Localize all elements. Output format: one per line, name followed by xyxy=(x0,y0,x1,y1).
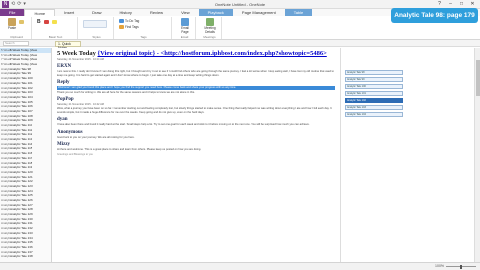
selected-text[interactable]: Welcome! I am glad you found this place … xyxy=(57,86,335,90)
tab-draw[interactable]: Draw xyxy=(83,9,110,16)
post-body: Good luck to you on your journey. We are… xyxy=(57,135,135,139)
zoom-level: 100% xyxy=(435,264,444,268)
find-tags-button[interactable]: Find Tags xyxy=(119,25,139,29)
undo-icon[interactable]: ⟲ xyxy=(11,1,15,8)
styles-icon xyxy=(83,20,107,28)
post-body: I have also been there and found it real… xyxy=(57,123,310,126)
tab-table[interactable]: Table xyxy=(284,9,313,16)
redo-icon[interactable]: ⟳ xyxy=(17,1,21,8)
group-styles: Styles xyxy=(80,17,114,39)
customize-qat-icon[interactable]: ▾ xyxy=(23,1,26,8)
post-author: Mizzy xyxy=(57,142,71,147)
vertical-scrollbar[interactable] xyxy=(474,48,480,262)
checkbox-icon xyxy=(119,19,124,23)
scrollbar-thumb[interactable] xyxy=(476,60,480,96)
calendar-icon xyxy=(206,18,214,26)
post-author: ERXN xyxy=(57,64,72,69)
page-list-pane: 5 Week... 5 Week Today {View 6 Week... 6 We… xyxy=(0,48,52,262)
side-pane-item[interactable]: Analytic Tale 98 xyxy=(345,70,403,75)
side-pane-item[interactable]: Analytic Tale 100 xyxy=(345,84,403,89)
page-list-item-prefix: Analyti... xyxy=(1,254,13,259)
page-title: 5 Week Today {View original topic} - <ht… xyxy=(57,50,327,57)
group-meetings: Meeting Details Meetings xyxy=(198,17,222,39)
side-pane: Analytic Tale 98 Analytic Tale 99 Analytic… xyxy=(340,48,474,262)
page-list-item-title: Analytic Tale 138 xyxy=(10,254,33,259)
search-input[interactable]: Search xyxy=(3,41,29,46)
page-overlay-badge: Analytic Tale 98: page 179 xyxy=(391,8,478,23)
side-pane-item[interactable]: Analytic Tale 103 xyxy=(345,105,403,110)
post-author: Reply xyxy=(57,80,70,85)
group-tags: To Do Tag Find Tags Tags xyxy=(116,17,172,39)
font-color-icon xyxy=(44,20,49,24)
highlight-icon xyxy=(52,20,57,24)
email-page-button[interactable]: Email Page xyxy=(177,18,193,34)
post-body: I am new to this. I really don't know if… xyxy=(57,70,334,77)
notebook-bar: Search 1. Quick Notes xyxy=(0,40,480,50)
post-date: Saturday, 21 November 2015 · 10:42 AM xyxy=(57,103,104,106)
status-bar: 100% xyxy=(0,262,480,270)
paste-button[interactable]: Paste xyxy=(4,18,20,31)
paste-icon xyxy=(8,18,16,26)
tab-insert[interactable]: Insert xyxy=(55,9,83,16)
bold-button[interactable]: B xyxy=(37,19,41,25)
post-author: dyan xyxy=(57,117,68,122)
zoom-slider-thumb[interactable] xyxy=(460,264,462,269)
page-content[interactable]: 5 Week Today {View original topic} - <ht… xyxy=(52,48,340,262)
side-pane-item[interactable]: Analytic Tale 104 xyxy=(345,112,403,117)
tab-playback[interactable]: Playback xyxy=(198,9,233,16)
side-pane-item[interactable]: Analytic Tale 102 xyxy=(345,98,403,103)
group-basic-text: B Basic Text xyxy=(34,17,78,39)
format-painter-icon xyxy=(19,20,24,24)
section-tab-quick-notes[interactable]: 1. Quick Notes xyxy=(55,41,81,50)
page-list-item[interactable]: Analyti... Analytic Tale 138 xyxy=(0,254,51,259)
post-body: Wow, what a journey you have been on so … xyxy=(57,107,332,114)
window-title: OneNote Untitled - OneNote xyxy=(214,2,266,7)
tab-page-management[interactable]: Page Management xyxy=(233,9,285,16)
topic-link[interactable]: {View original topic} - <http://hostforu… xyxy=(98,50,327,57)
post-author: Anonymous xyxy=(57,129,83,135)
highlight-button[interactable] xyxy=(52,20,57,24)
page-date: Saturday, 21 November 2015 · 10:24 AM xyxy=(57,58,104,61)
post-body: Thank you so much for writing in. We are… xyxy=(57,90,195,94)
tab-history[interactable]: History xyxy=(110,9,140,16)
tab-file[interactable]: File xyxy=(0,9,25,16)
meeting-details-button[interactable]: Meeting Details xyxy=(202,18,218,34)
find-tags-icon xyxy=(119,25,124,29)
tab-home[interactable]: Home xyxy=(24,9,56,16)
onenote-app-icon: N xyxy=(2,1,9,8)
footer-note: Greetings and Blessings to you xyxy=(57,152,93,156)
to-do-tag-button[interactable]: To Do Tag xyxy=(119,19,139,23)
tab-review[interactable]: Review xyxy=(141,9,172,16)
tab-view[interactable]: View xyxy=(172,9,199,16)
post-author: PopPop xyxy=(57,97,74,102)
quick-access-toolbar: ⟲ ⟳ ▾ xyxy=(11,1,26,8)
group-clipboard: Paste Clipboard xyxy=(2,17,32,39)
group-email: Email Page Email xyxy=(174,17,196,39)
font-color-button[interactable] xyxy=(44,20,49,24)
side-pane-item[interactable]: Analytic Tale 99 xyxy=(345,77,403,82)
format-painter-button[interactable] xyxy=(19,20,24,24)
side-pane-item[interactable]: Analytic Tale 101 xyxy=(345,91,403,96)
styles-gallery[interactable] xyxy=(83,20,107,28)
email-icon xyxy=(181,18,189,26)
post-body: Hi there and welcome. This is a great pl… xyxy=(57,148,202,151)
